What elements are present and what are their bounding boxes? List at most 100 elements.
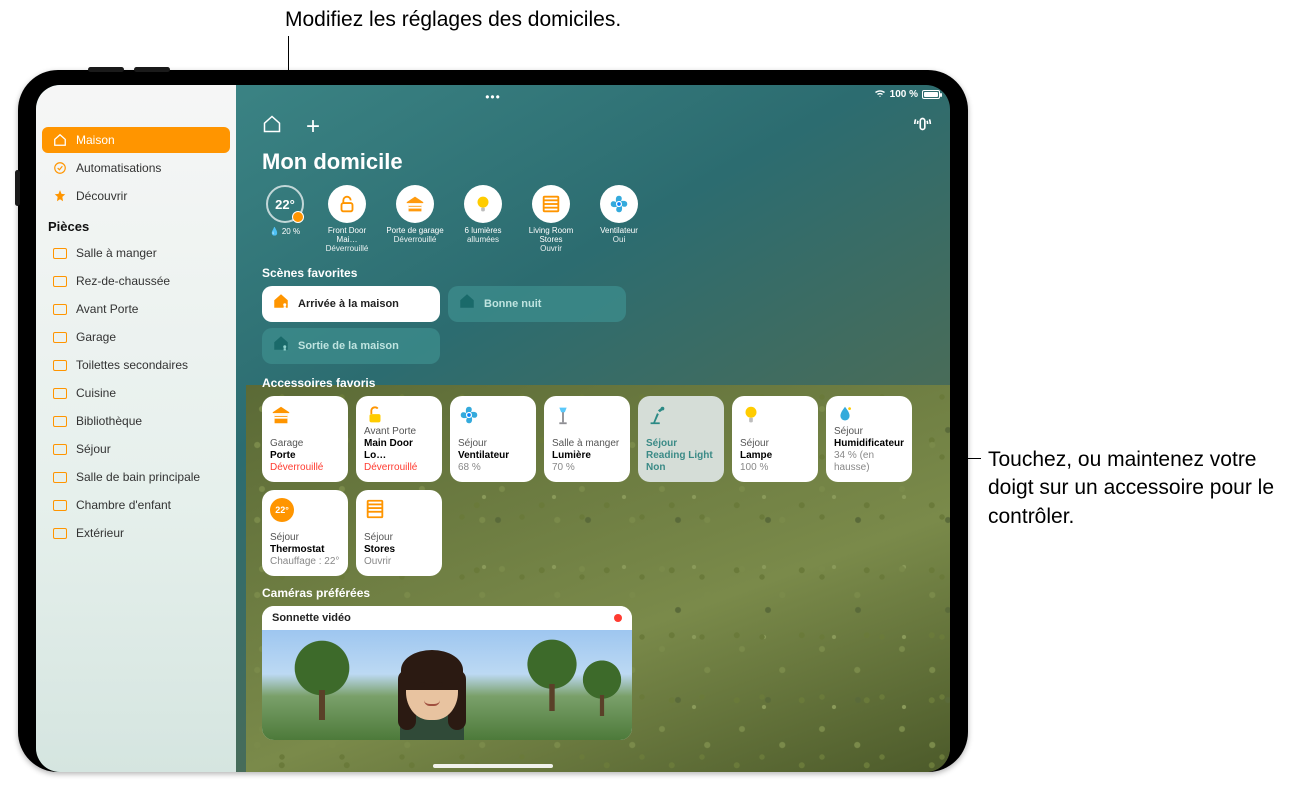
- tile-reading-light[interactable]: SéjourReading LightNon: [638, 396, 724, 482]
- room-icon: [52, 245, 68, 261]
- sidebar-room-kids[interactable]: Chambre d'enfant: [42, 492, 230, 518]
- sidebar-room-kitchen[interactable]: Cuisine: [42, 380, 230, 406]
- tile-name: Reading Light: [646, 450, 716, 462]
- climate-status[interactable]: 22° 20 %: [262, 185, 308, 236]
- garage-icon: [270, 404, 340, 426]
- tile-name: Humidificateur: [834, 438, 904, 450]
- volume-up-button: [88, 67, 124, 72]
- ipad-frame: 09:41 Mardi 14 septembre 100 % ••• Maiso…: [18, 70, 968, 772]
- tile-name: Stores: [364, 544, 434, 556]
- status-pill-lock[interactable]: Front Door Mai… Déverrouillé: [318, 185, 376, 254]
- tile-room: Séjour: [458, 438, 528, 450]
- tree-graphic: [581, 660, 623, 716]
- sidebar-item-label: Maison: [76, 133, 115, 147]
- sidebar-item-label: Garage: [76, 330, 116, 344]
- sidebar-room-front-door[interactable]: Avant Porte: [42, 296, 230, 322]
- status-pill-blinds[interactable]: Living Room Stores Ouvrir: [522, 185, 580, 254]
- fan-icon: [458, 404, 528, 426]
- tile-status: 70 %: [552, 462, 622, 474]
- tile-name: Thermostat: [270, 544, 340, 556]
- add-button[interactable]: +: [306, 113, 320, 141]
- room-icon: [52, 469, 68, 485]
- scene-goodnight[interactable]: Bonne nuit: [448, 286, 626, 322]
- tile-status: Non: [646, 462, 716, 474]
- humidity-value: 20 %: [282, 227, 300, 236]
- scene-leave-home[interactable]: Sortie de la maison: [262, 328, 440, 364]
- tile-room: Séjour: [270, 532, 340, 544]
- sidebar-item-home[interactable]: Maison: [42, 127, 230, 153]
- room-icon: [52, 497, 68, 513]
- tile-name: Lumière: [552, 450, 622, 462]
- status-pill-fan[interactable]: Ventilateur Oui: [590, 185, 648, 244]
- tile-name: Ventilateur: [458, 450, 528, 462]
- sidebar-item-discover[interactable]: Découvrir: [42, 183, 230, 209]
- tile-dining-light[interactable]: Salle à mangerLumière70 %: [544, 396, 630, 482]
- tile-front-door-lock[interactable]: Avant PorteMain Door Lo…Déverrouillé: [356, 396, 442, 482]
- pill-line1: Living Room Stores: [522, 226, 580, 244]
- sidebar-item-label: Toilettes secondaires: [76, 358, 188, 372]
- moon-home-icon: [458, 292, 476, 315]
- sidebar-room-garage[interactable]: Garage: [42, 324, 230, 350]
- callout-top: Modifiez les réglages des domiciles.: [285, 6, 621, 34]
- room-icon: [52, 301, 68, 317]
- desk-lamp-icon: [646, 404, 716, 426]
- tile-status: Chauffage : 22°: [270, 556, 340, 568]
- sidebar-room-dining[interactable]: Salle à manger: [42, 240, 230, 266]
- tile-living-lamp[interactable]: SéjourLampe100 %: [732, 396, 818, 482]
- tree-graphic: [525, 639, 579, 711]
- tile-room: Séjour: [364, 532, 434, 544]
- tile-status: Déverrouillé: [364, 462, 434, 474]
- sidebar-room-master-bath[interactable]: Salle de bain principale: [42, 464, 230, 490]
- tile-status: 100 %: [740, 462, 810, 474]
- sidebar-item-label: Salle à manger: [76, 246, 157, 260]
- favorite-scenes-label: Scènes favorites: [262, 266, 934, 280]
- recording-dot-icon: [614, 614, 622, 622]
- tile-room: Avant Porte: [364, 426, 434, 438]
- status-summary-row: 22° 20 % Front Door Mai… Déverrouillé Po…: [262, 185, 934, 254]
- tile-status: Ouvrir: [364, 556, 434, 568]
- humidifier-icon: [834, 404, 904, 426]
- favorite-accessories-label: Accessoires favoris: [262, 376, 934, 390]
- home-settings-button[interactable]: [262, 114, 282, 140]
- room-icon: [52, 525, 68, 541]
- home-indicator[interactable]: [433, 764, 553, 768]
- tile-garage-door[interactable]: GaragePorteDéverrouillé: [262, 396, 348, 482]
- sidebar-room-outdoor[interactable]: Extérieur: [42, 520, 230, 546]
- sidebar-item-label: Extérieur: [76, 526, 124, 540]
- sidebar-item-label: Bibliothèque: [76, 414, 142, 428]
- room-icon: [52, 357, 68, 373]
- tile-thermostat[interactable]: 22° SéjourThermostatChauffage : 22°: [262, 490, 348, 576]
- tile-humidifier[interactable]: SéjourHumidificateur34 % (en hausse): [826, 396, 912, 482]
- volume-down-button: [134, 67, 170, 72]
- status-pill-garage[interactable]: Porte de garage Déverrouillé: [386, 185, 444, 244]
- room-icon: [52, 413, 68, 429]
- sidebar-item-automations[interactable]: Automatisations: [42, 155, 230, 181]
- tile-name: Porte: [270, 450, 340, 462]
- sidebar-room-toilets[interactable]: Toilettes secondaires: [42, 352, 230, 378]
- heating-dot-icon: [292, 211, 304, 223]
- sidebar-room-ground[interactable]: Rez-de-chaussée: [42, 268, 230, 294]
- temp-value: 22°: [275, 197, 295, 212]
- tile-room: Séjour: [740, 438, 810, 450]
- home-person-icon: [272, 292, 290, 315]
- room-icon: [52, 441, 68, 457]
- scene-label: Sortie de la maison: [298, 340, 399, 352]
- sidebar-item-label: Cuisine: [76, 386, 116, 400]
- camera-card[interactable]: Sonnette vidéo: [262, 606, 632, 740]
- pill-line2: Oui: [613, 235, 625, 244]
- tile-name: Lampe: [740, 450, 810, 462]
- tile-room: Garage: [270, 438, 340, 450]
- sidebar-room-living[interactable]: Séjour: [42, 436, 230, 462]
- main-content: + Mon domicile 22° 20 % Front Door Mai… …: [246, 85, 950, 772]
- intercom-button[interactable]: [912, 115, 934, 139]
- scene-label: Arrivée à la maison: [298, 298, 399, 310]
- floor-lamp-icon: [552, 404, 622, 426]
- status-pill-lights[interactable]: 6 lumières allumées: [454, 185, 512, 244]
- tile-living-fan[interactable]: SéjourVentilateur68 %: [450, 396, 536, 482]
- tile-status: Déverrouillé: [270, 462, 340, 474]
- sidebar-room-library[interactable]: Bibliothèque: [42, 408, 230, 434]
- page-title: Mon domicile: [262, 149, 934, 175]
- ipad-screen: 09:41 Mardi 14 septembre 100 % ••• Maiso…: [36, 85, 950, 772]
- tile-blinds[interactable]: SéjourStoresOuvrir: [356, 490, 442, 576]
- scene-arrive-home[interactable]: Arrivée à la maison: [262, 286, 440, 322]
